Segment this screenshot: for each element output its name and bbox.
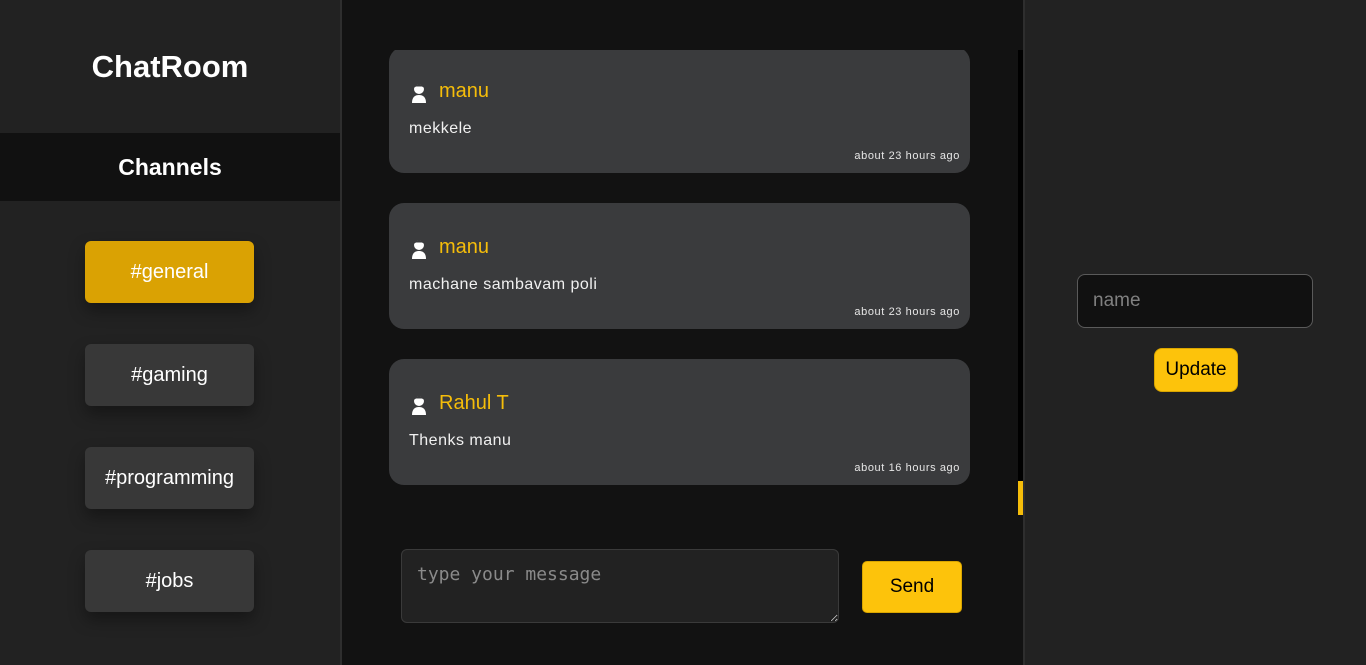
message-card: manu mekkele about 23 hours ago [389,50,970,173]
channel-button-gaming[interactable]: #gaming [85,344,254,406]
channel-label: #general [130,260,209,283]
channel-button-programming[interactable]: #programming [85,447,254,509]
chat-panel: manu mekkele about 23 hours ago manu mac… [342,0,1023,665]
message-text: machane sambavam poli [409,276,598,293]
message-username: manu [439,80,490,102]
message-author: Rahul T [409,392,509,415]
message-username: manu [439,236,490,258]
user-avatar-icon [412,83,426,103]
message-card: manu machane sambavam poli about 23 hour… [389,203,970,329]
message-author: manu [409,236,489,259]
message-list[interactable]: manu mekkele about 23 hours ago manu mac… [389,50,970,515]
message-timestamp: about 23 hours ago [854,150,960,162]
name-input[interactable] [1077,274,1313,328]
message-author: manu [409,80,489,103]
channels-header: Channels [0,133,340,201]
channel-button-general[interactable]: #general [85,241,254,303]
channel-label: #gaming [131,363,208,386]
message-card: Rahul T Thenks manu about 16 hours ago [389,359,970,485]
message-text: Thenks manu [409,432,512,449]
message-input[interactable] [401,549,839,623]
user-avatar-icon [412,239,426,259]
channel-label: #jobs [145,569,194,592]
message-timestamp: about 16 hours ago [854,462,960,474]
user-avatar-icon [412,395,426,415]
message-text: mekkele [409,120,473,137]
channel-label: #programming [105,466,234,489]
update-button[interactable]: Update [1154,348,1238,392]
message-username: Rahul T [439,392,509,414]
channel-button-jobs[interactable]: #jobs [85,550,254,612]
app-title: ChatRoom [91,48,249,84]
profile-panel: Update [1023,0,1366,665]
chatroom-app: ChatRoom Channels #general #gaming #prog… [0,0,1366,665]
sidebar: ChatRoom Channels #general #gaming #prog… [0,0,342,665]
send-button[interactable]: Send [862,561,962,613]
message-timestamp: about 23 hours ago [854,306,960,318]
